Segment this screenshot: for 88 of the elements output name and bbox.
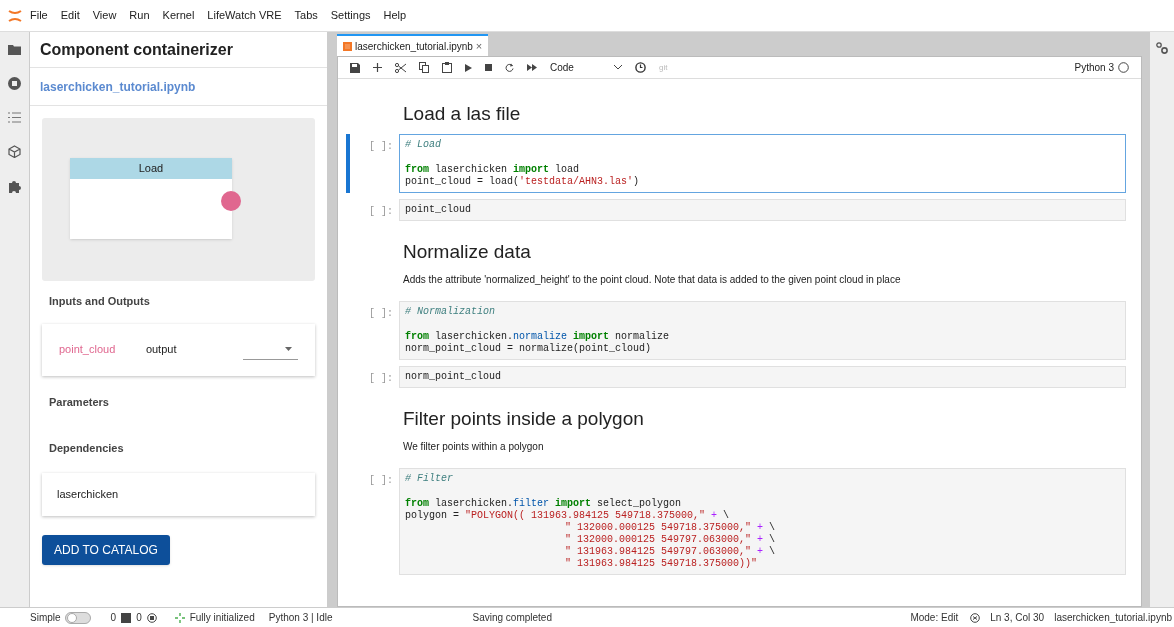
cursor-position[interactable]: Ln 3, Col 30 [990, 610, 1045, 625]
markdown-paragraph: We filter points within a polygon [403, 440, 545, 454]
code-line: norm_point_cloud [405, 371, 502, 383]
section-heading: Dependencies [48, 441, 125, 456]
notebook-file-icon [343, 41, 352, 51]
code-cell[interactable]: # Load from laserchicken import load point_cloud = load('testdata/AHN3.las') [399, 134, 1126, 193]
plus-icon[interactable] [373, 63, 382, 72]
cell-type-dropdown[interactable]: Code [550, 60, 622, 75]
tab-label: laserchicken_tutorial.ipynb [355, 39, 473, 54]
code-line: point_cloud = load('testdata/AHN3.las') [405, 176, 641, 188]
terminal-count: 0 [110, 611, 117, 625]
edit-mode: Mode: Edit [910, 611, 959, 625]
folder-icon[interactable] [8, 44, 21, 55]
clipboard-icon[interactable] [442, 62, 452, 73]
port-name: point_cloud [59, 342, 117, 358]
code-line: from laserchicken.normalize import normalize [405, 331, 671, 343]
menu-item[interactable]: Run [129, 7, 150, 24]
simple-mode-toggle[interactable] [64, 611, 91, 624]
clock-icon[interactable] [635, 62, 646, 73]
file-name: laserchicken_tutorial.ipynb [1054, 611, 1172, 625]
port-handle[interactable] [221, 191, 241, 211]
code-comment: # Load [405, 139, 442, 151]
kernel-count: 0 [136, 611, 142, 625]
markdown-paragraph: Adds the attribute 'normalized_height' to the point cloud. Note that data is added to the given point cloud in place [403, 273, 902, 287]
code-line: " 131963.984125 549797.063000," + \ [564, 546, 777, 558]
fast-forward-icon[interactable] [527, 64, 537, 71]
code-line: " 131963.984125 549718.375000))" [564, 558, 759, 570]
node-title: Load [70, 158, 232, 179]
code-cell[interactable]: # Normalization from laserchicken.normalize import normalize norm_point_cloud = normalize(point_cloud) [399, 301, 1126, 360]
section-heading: Parameters [48, 394, 110, 410]
menu-item[interactable]: LifeWatch VRE [207, 7, 282, 24]
panel-title: Component containerizer [30, 32, 327, 68]
menu-item[interactable]: Settings [330, 7, 371, 24]
kernel-name[interactable]: Python 3 [1074, 60, 1114, 75]
markdown-heading: Load a las file [403, 103, 522, 125]
code-cell[interactable]: norm_point_cloud [399, 366, 1126, 388]
add-to-catalog-button[interactable]: ADD TO CATALOG [42, 534, 170, 565]
caret-icon [614, 65, 622, 70]
code-line: from laserchicken.filter import select_polygon [405, 498, 683, 510]
code-line: norm_point_cloud = normalize(point_cloud) [405, 343, 653, 355]
kernel-idle-icon [1118, 62, 1129, 73]
code-line: polygon = "POLYGON(( 131963.984125 549718.375000," + \ [405, 510, 731, 522]
dependency-name: laserchicken [57, 486, 119, 502]
kernel-status[interactable]: Python 3 | Idle [268, 610, 333, 625]
copy-icon[interactable] [419, 62, 429, 73]
save-icon[interactable] [350, 62, 360, 73]
menu-item[interactable]: Tabs [294, 7, 318, 24]
code-line: from laserchicken import load [405, 164, 581, 176]
menu-item[interactable]: Help [383, 7, 407, 24]
run-icon[interactable] [465, 63, 472, 72]
markdown-heading: Filter points inside a polygon [403, 408, 645, 430]
port-type: output [145, 342, 178, 358]
code-cell[interactable]: point_cloud [399, 199, 1126, 221]
menu-item[interactable]: File [30, 7, 48, 24]
notebook-tab[interactable]: laserchicken_tutorial.ipynb × [337, 34, 489, 56]
markdown-heading: Normalize data [403, 241, 532, 263]
close-tab-button[interactable]: × [475, 37, 483, 55]
status-text: Fully initialized [189, 611, 255, 625]
list-icon[interactable] [8, 112, 21, 123]
cell-prompt: [ ]: [369, 140, 394, 154]
code-line: " 132000.000125 549718.375000," + \ [564, 522, 777, 534]
menu-item[interactable]: View [92, 7, 117, 24]
cell-prompt: [ ]: [369, 205, 394, 219]
notebook-link[interactable]: laserchicken_tutorial.ipynb [30, 68, 327, 106]
puzzle-piece-icon[interactable] [8, 180, 21, 193]
cell-prompt: [ ]: [369, 474, 394, 488]
caret-icon [285, 347, 292, 351]
menu-item[interactable]: Edit [60, 7, 80, 24]
code-comment: # Filter [405, 473, 454, 485]
code-line: " 132000.000125 549797.063000," + \ [564, 534, 777, 546]
menu-item[interactable]: Kernel [162, 7, 195, 24]
cell-prompt: [ ]: [369, 307, 394, 321]
gears-icon[interactable] [1156, 42, 1168, 54]
restart-icon[interactable] [505, 63, 514, 72]
section-heading: Inputs and Outputs [48, 294, 151, 309]
stop-circle-icon[interactable] [8, 77, 21, 90]
cube-icon[interactable] [8, 145, 21, 158]
sparkle-icon [174, 612, 185, 623]
scissors-icon[interactable] [395, 62, 406, 73]
node-card[interactable]: Load [70, 158, 232, 239]
kernel-icon[interactable] [146, 612, 157, 623]
cell-prompt: [ ]: [369, 372, 394, 386]
mode-label: Simple [30, 611, 61, 625]
code-comment: # Normalization [405, 306, 496, 318]
terminal-icon[interactable] [121, 612, 132, 623]
save-status: Saving completed [472, 611, 552, 625]
code-line: point_cloud [405, 204, 472, 216]
code-cell[interactable] [399, 468, 1126, 575]
